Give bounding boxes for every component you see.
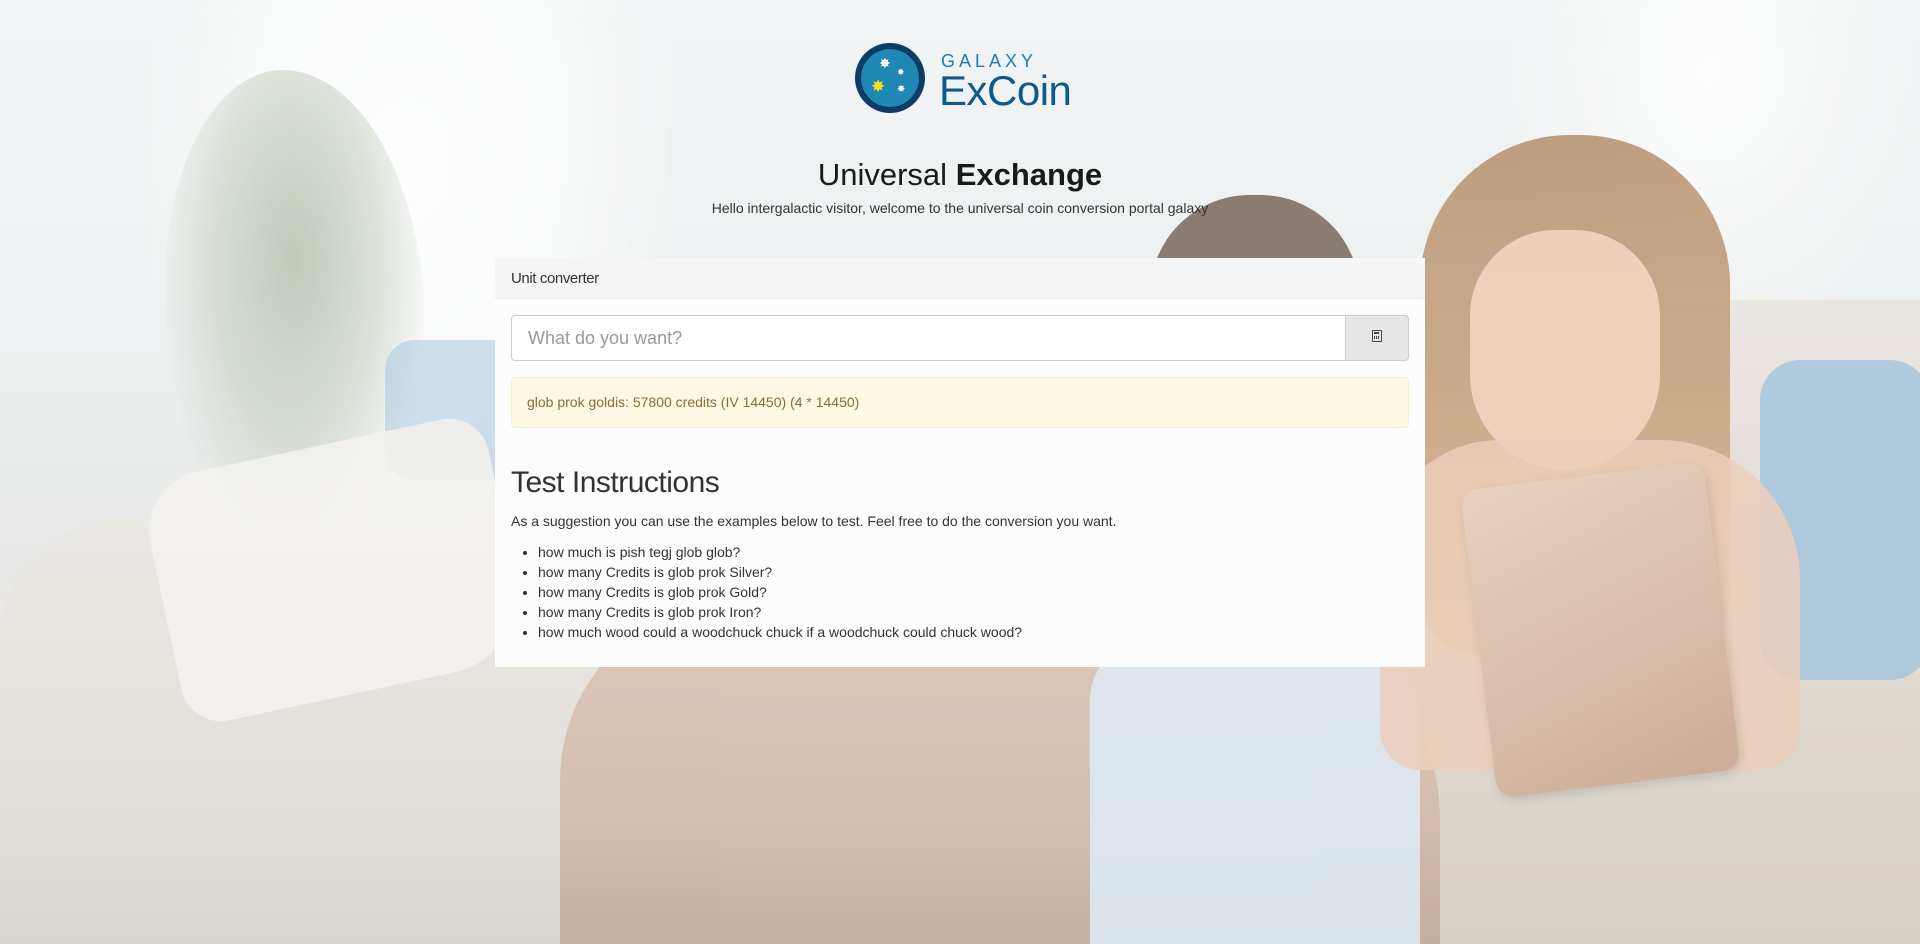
brand-name: ExCoin bbox=[939, 67, 1072, 114]
galaxy-logo-icon: ✸ ✸ ✸ ✸ bbox=[855, 43, 925, 113]
calculator-icon bbox=[1372, 330, 1382, 343]
page-subtitle: Hello intergalactic visitor, welcome to … bbox=[711, 200, 1209, 216]
instructions-title: Test Instructions bbox=[511, 466, 720, 499]
page-title-bold: Exchange bbox=[955, 157, 1103, 192]
example-item: how much is pish tegj glob glob? bbox=[538, 542, 1022, 562]
example-item: how much wood could a woodchuck chuck if… bbox=[538, 622, 1022, 642]
result-alert: glob prok goldis: 57800 credits (IV 1445… bbox=[511, 377, 1409, 428]
converter-input-group bbox=[511, 315, 1409, 361]
page-title-light: Universal bbox=[817, 157, 948, 192]
query-input[interactable] bbox=[511, 315, 1346, 361]
example-item: how many Credits is glob prok Iron? bbox=[538, 602, 1022, 622]
convert-button[interactable] bbox=[1345, 315, 1409, 361]
panel-heading: Unit converter bbox=[495, 258, 1425, 299]
examples-list: how much is pish tegj glob glob? how man… bbox=[511, 542, 1022, 642]
page-title: Universal Exchange bbox=[0, 157, 1920, 193]
brand-logo[interactable]: ✸ ✸ ✸ ✸ GALAXY ExCoin bbox=[855, 43, 1075, 119]
instructions-text: As a suggestion you can use the examples… bbox=[511, 513, 1117, 529]
unit-converter-panel: Unit converter glob prok goldis: 57800 c… bbox=[495, 258, 1425, 667]
example-item: how many Credits is glob prok Silver? bbox=[538, 562, 1022, 582]
example-item: how many Credits is glob prok Gold? bbox=[538, 582, 1022, 602]
